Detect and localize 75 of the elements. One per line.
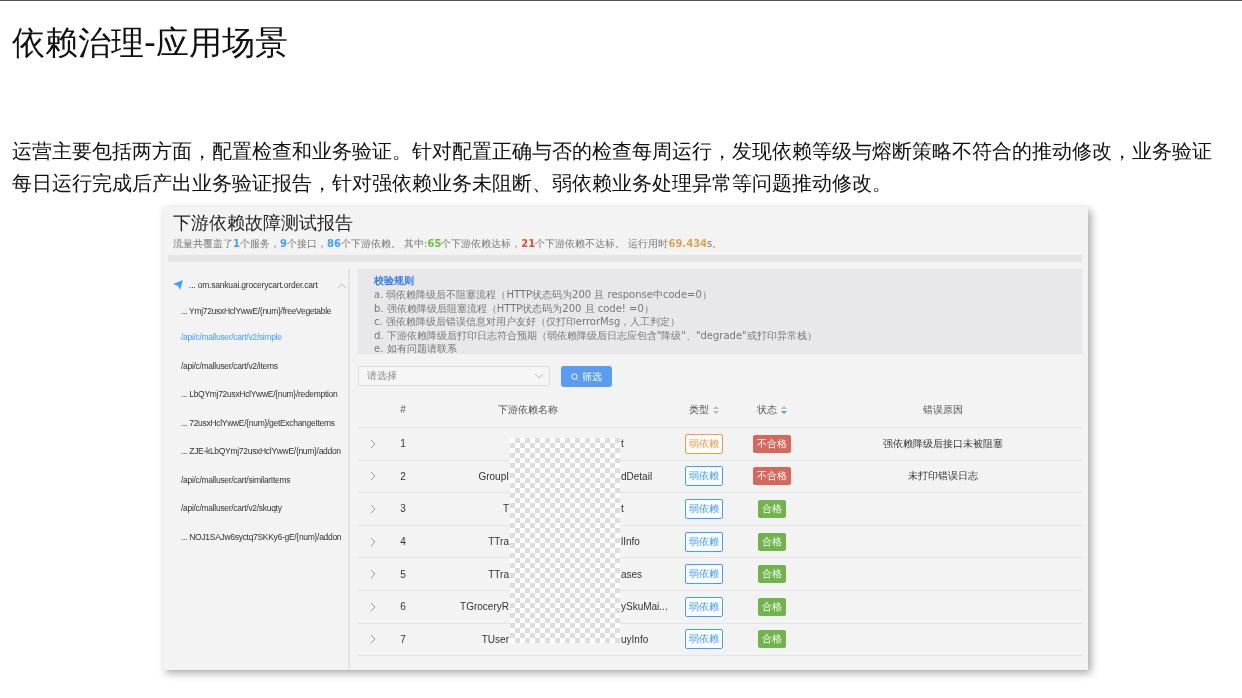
type-tag: 弱依赖 <box>685 531 723 552</box>
table-cell: uyInfo <box>621 633 649 645</box>
table-cell-text: 6 <box>399 601 407 613</box>
service-name: ... om.sankuai.grocerycart.order.cart <box>189 280 319 290</box>
search-icon <box>571 372 579 381</box>
rule-line: b. 强依赖降级后阻塞流程（HTTP状态码为200 且 code! =0） <box>374 301 655 315</box>
status-tag: 合格 <box>758 565 786 584</box>
sidebar-item[interactable]: ... 72usxHclYwwE/{num}/getExchangeItems <box>163 408 348 437</box>
column-header[interactable]: 类型 <box>689 402 709 417</box>
table-cell: TGroceryR <box>460 601 509 613</box>
status-tag: 合格 <box>758 597 786 616</box>
chevron-right-icon[interactable] <box>370 635 376 644</box>
type-tag: 弱依赖 <box>685 629 723 650</box>
rule-line: d. 下游依赖降级后打印日志符合预期（弱依赖降级后日志应包含"降级"、"degrade"或打印异常栈） <box>374 328 818 342</box>
sidebar-item[interactable]: ... LbQYmj72usxHclYwwE/{num}/redemption <box>163 380 348 409</box>
sidebar-item[interactable]: /api/c/malluser/cart/v2/items <box>163 351 348 380</box>
table-cell: TTra <box>488 536 509 548</box>
rule-line: a. 弱依赖降级后不阻塞流程（HTTP状态码为200 且 response中code=0） <box>374 288 713 302</box>
type-tag: 弱依赖 <box>685 499 723 519</box>
chevron-right-icon[interactable] <box>370 439 376 448</box>
sidebar-item[interactable]: /api/c/malluser/cart/similarItems <box>163 465 348 494</box>
table-cell-text: 1 <box>399 438 407 450</box>
table-cell: t <box>621 503 624 515</box>
slide-title: 依赖治理-应用场景 <box>12 22 289 64</box>
paper-plane-icon <box>173 280 183 290</box>
rule-line: c. 强依赖降级后错误信息对用户友好（仅打印errorMsg，人工判定） <box>374 315 682 329</box>
chevron-down-icon <box>535 373 543 379</box>
table-cell: dDetail <box>621 470 653 482</box>
chevron-right-icon[interactable] <box>370 602 376 611</box>
type-tag: 弱依赖 <box>685 433 723 454</box>
select-field[interactable]: 请选择 <box>358 366 550 386</box>
chevron-right-icon[interactable] <box>370 505 376 513</box>
chevron-right-icon[interactable] <box>370 537 376 546</box>
caret-icon[interactable] <box>338 282 346 288</box>
sort-icon[interactable] <box>713 405 719 414</box>
table-cell: GroupI <box>478 470 509 482</box>
table-cell-text: 5 <box>399 568 407 580</box>
table-cell: lInfo <box>621 536 640 548</box>
table-cell: 强依赖降级后接口未被阻塞 <box>883 437 1003 449</box>
column-header: # <box>399 404 407 415</box>
rules-title: 校验规则 <box>374 274 415 288</box>
column-header: 下游依赖名称 <box>497 402 559 417</box>
chevron-right-icon[interactable] <box>370 472 376 481</box>
type-tag: 弱依赖 <box>685 466 723 487</box>
chevron-right-icon[interactable] <box>370 570 376 579</box>
table-cell: t <box>621 438 624 450</box>
sidebar-item[interactable]: /api/c/malluser/cart/v2/skuqty <box>163 494 348 523</box>
table-cell: 未打印错误日志 <box>908 470 978 482</box>
table-cell-text: 7 <box>399 633 407 645</box>
table-cell: T <box>502 503 509 515</box>
table-cell-text: 4 <box>399 536 407 548</box>
rule-line: e. 如有问题请联系 <box>374 342 458 356</box>
type-tag: 弱依赖 <box>685 564 723 585</box>
summary-text: 流量共覆盖了1个服务，9个接口，86个下游依赖。 其中:65个下游依赖达标，21个下游依赖不达标。 运行用时69.434s。 <box>172 238 724 249</box>
status-tag: 合格 <box>758 500 786 518</box>
status-tag: 合格 <box>758 532 786 551</box>
status-tag: 不合格 <box>753 434 791 453</box>
table-cell: ySkuMai... <box>621 601 668 613</box>
table-cell: ases <box>621 568 643 580</box>
table-cell: TUser <box>481 633 509 645</box>
column-header[interactable]: 状态 <box>757 402 777 417</box>
report-title: 下游依赖故障测试报告 <box>172 211 354 235</box>
table-cell-text: 2 <box>399 470 407 482</box>
table-cell: TTra <box>488 568 509 580</box>
status-tag: 合格 <box>758 630 786 649</box>
table-cell-text: 3 <box>399 503 407 515</box>
status-tag: 不合格 <box>753 467 791 486</box>
sidebar-item[interactable]: ... ZJE-kLbQYmj72usxHclYwwE/{num}/addon <box>163 437 348 466</box>
sort-icon[interactable] <box>781 405 787 414</box>
column-header: 错误原因 <box>922 402 964 417</box>
sidebar-item[interactable]: ... Ymj72usxHclYwwE/{num}/freeVegetable <box>163 293 348 323</box>
paragraph: 运营主要包括两方面，配置检查和业务验证。针对配置正确与否的检查每周运行，发现依赖等级与熔断策略不符合的推动修改，业务验证每日运行完成后产出业务验证报告，针对强依赖业务未阻断、弱依赖业务处理异常等问题推动修改。 <box>12 138 1213 197</box>
sidebar-item[interactable]: ... NOJ1SAJw6syctq7SKKy6-gE/{num}/addon <box>163 522 348 551</box>
service-item[interactable]: ... om.sankuai.grocerycart.order.cart <box>163 277 348 293</box>
type-tag: 弱依赖 <box>685 596 723 617</box>
